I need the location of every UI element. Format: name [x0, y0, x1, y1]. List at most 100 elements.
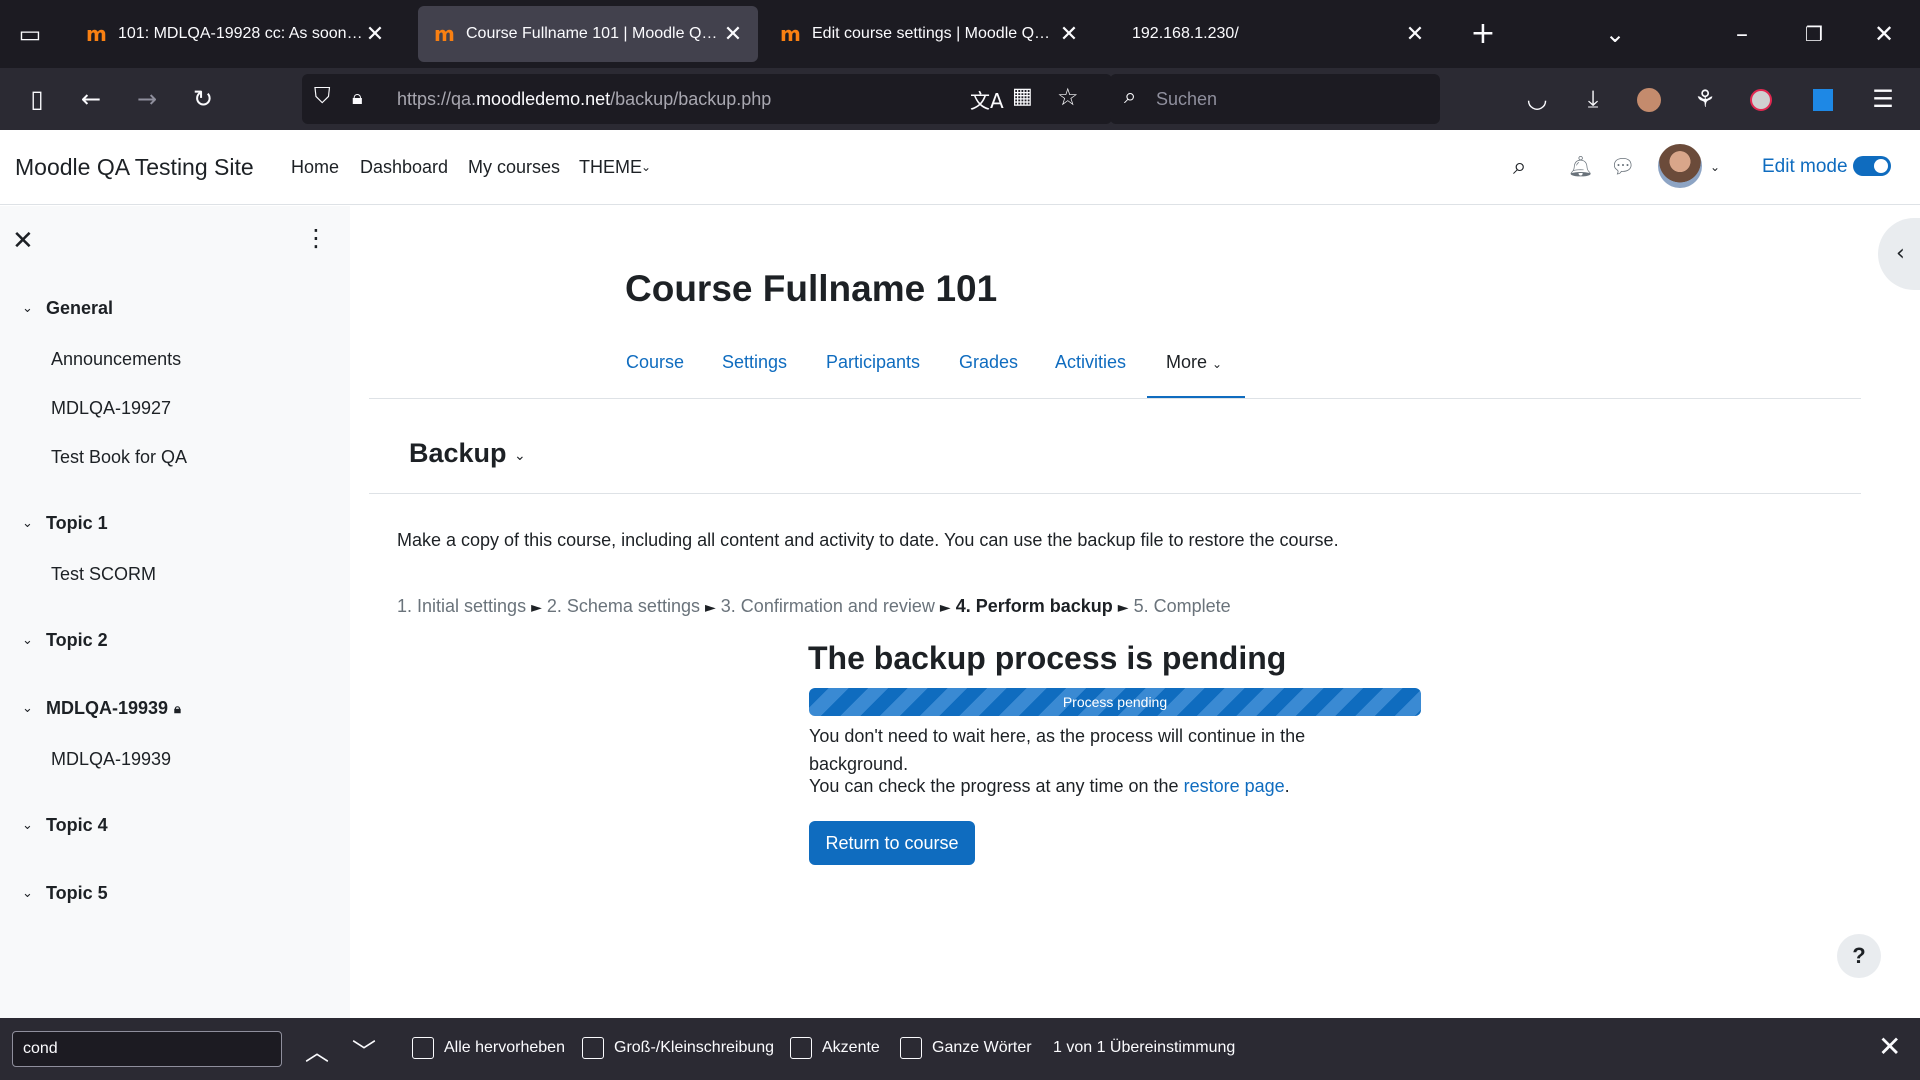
back-icon[interactable]: ← [70, 78, 112, 120]
site-name[interactable]: Moodle QA Testing Site [15, 154, 254, 181]
tab-settings[interactable]: Settings [722, 352, 787, 373]
search-icon[interactable]: ⌕ [1513, 152, 1526, 180]
nav-home[interactable]: Home [291, 157, 339, 178]
qr-code-icon[interactable]: ▦ [1012, 84, 1033, 109]
browser-tab[interactable]: m 101: MDLQA-19928 cc: As soon as we hav… [70, 6, 400, 62]
restore-page-link[interactable]: restore page [1184, 776, 1285, 796]
page-title: Course Fullname 101 [625, 268, 998, 309]
avatar[interactable] [1658, 144, 1702, 188]
close-icon[interactable]: ✕ [1878, 1030, 1901, 1063]
course-index-activity[interactable]: Test Book for QA [51, 447, 187, 468]
chevron-down-icon[interactable]: ⌄ [1710, 160, 1720, 174]
match-case-checkbox[interactable]: Groß-/Kleinschreibung [582, 1037, 774, 1059]
restore-window-icon[interactable]: ❐ [1794, 14, 1834, 54]
tab-overview-icon[interactable]: ▭ [10, 14, 50, 54]
chevron-down-icon[interactable]: ⌄ [22, 886, 46, 901]
edit-mode-toggle[interactable] [1853, 156, 1891, 176]
pocket-icon[interactable]: ◡ [1516, 78, 1558, 120]
translate-icon[interactable]: 文A [970, 85, 1004, 114]
nav-dashboard[interactable]: Dashboard [360, 157, 448, 178]
nav-my-courses[interactable]: My courses [468, 157, 560, 178]
whole-words-checkbox[interactable]: Ganze Wörter [900, 1037, 1032, 1059]
kebab-menu-icon[interactable]: ⋮ [304, 224, 328, 252]
course-index-section[interactable]: ⌄ Topic 1 [22, 513, 108, 534]
search-icon: ⌕ [1124, 84, 1137, 109]
return-to-course-button[interactable]: Return to course [809, 821, 975, 865]
close-window-icon[interactable]: ✕ [1864, 14, 1904, 54]
course-index-section[interactable]: ⌄ Topic 2 [22, 630, 108, 651]
lock-icon[interactable]: 🔒︎ [352, 85, 363, 109]
close-tab-icon[interactable]: ✕ [722, 21, 744, 47]
step-arrow-icon: ► [1117, 600, 1129, 616]
course-index-activity[interactable]: Test SCORM [51, 564, 156, 585]
extension-globe-icon[interactable] [1740, 78, 1782, 120]
tab-list-chevron-icon[interactable]: ⌄ [1595, 14, 1635, 54]
moodle-icon: m [434, 22, 455, 46]
chevron-down-icon[interactable]: ⌄ [22, 633, 46, 648]
course-index-section[interactable]: ⌄ General [22, 298, 113, 319]
moodle-icon: m [780, 22, 801, 46]
course-index-section[interactable]: ⌄ Topic 4 [22, 815, 108, 836]
tab-course[interactable]: Course [626, 352, 684, 373]
download-icon[interactable]: ⤓ [1572, 78, 1614, 120]
find-input[interactable] [12, 1031, 282, 1067]
browser-tab[interactable]: 192.168.1.230/ ✕ [1110, 6, 1440, 62]
chevron-up-icon[interactable]: ︿ [305, 1032, 329, 1067]
chevron-down-icon[interactable]: ⌄ [22, 701, 46, 716]
browser-tab-active[interactable]: m Course Fullname 101 | Moodle QA Testin… [418, 6, 758, 62]
course-index-section[interactable]: ⌄ Topic 5 [22, 883, 108, 904]
bell-icon[interactable]: 🔔︎ [1568, 154, 1593, 178]
match-diacritics-checkbox[interactable]: Akzente [790, 1037, 880, 1059]
extension-flag-icon[interactable] [1802, 78, 1844, 120]
browser-tab[interactable]: m Edit course settings | Moodle QA Testi… [764, 6, 1094, 62]
step-arrow-icon: ► [531, 600, 542, 616]
shield-icon[interactable]: ⛉ [314, 84, 331, 109]
course-index-section[interactable]: ⌄ MDLQA-19939 🔒︎ [22, 698, 181, 719]
close-tab-icon[interactable]: ✕ [1058, 21, 1080, 47]
tab-participants[interactable]: Participants [826, 352, 920, 373]
chevron-down-icon[interactable]: ⌄ [22, 818, 46, 833]
tab-grades[interactable]: Grades [959, 352, 1018, 373]
main-content: ‹ Course Fullname 101 Course Settings Pa… [350, 206, 1920, 1018]
progress-bar: Process pending [809, 688, 1421, 716]
chevron-down-icon[interactable]: ⌄ [22, 516, 46, 531]
tab-activities[interactable]: Activities [1055, 352, 1126, 373]
close-tab-icon[interactable]: ✕ [364, 21, 386, 47]
close-tab-icon[interactable]: ✕ [1404, 21, 1426, 47]
web-search-bar[interactable]: ⌕ Suchen [1110, 74, 1440, 124]
course-index-activity[interactable]: MDLQA-19927 [51, 398, 171, 419]
pending-title: The backup process is pending [808, 640, 1287, 676]
highlight-all-checkbox[interactable]: Alle hervorheben [412, 1037, 565, 1059]
course-index-activity[interactable]: MDLQA-19939 [51, 749, 171, 770]
step: 2. Schema settings [546, 596, 700, 616]
chevron-left-icon[interactable]: ‹ [1878, 218, 1920, 290]
step: 5. Complete [1133, 596, 1231, 616]
forward-icon[interactable]: → [126, 78, 168, 120]
extensions-icon[interactable]: ⚘ [1684, 78, 1726, 120]
lock-icon: 🔒︎ [174, 700, 181, 716]
reload-icon[interactable]: ↻ [182, 78, 224, 120]
chevron-down-icon: ⌄ [1212, 357, 1223, 371]
close-icon[interactable]: ✕ [12, 226, 34, 256]
browser-tab-bar: ▭ m 101: MDLQA-19928 cc: As soon as we h… [0, 0, 1920, 68]
backup-heading[interactable]: Backup [409, 438, 507, 469]
check-progress-message: You can check the progress at any time o… [809, 776, 1290, 796]
url-bar[interactable]: ⛉ 🔒︎ https://qa.moodledemo.net/backup/ba… [302, 74, 1112, 124]
help-icon[interactable]: ? [1837, 934, 1881, 978]
minimize-icon[interactable]: – [1722, 14, 1762, 54]
menu-icon[interactable]: ☰ [1862, 78, 1904, 120]
chevron-down-icon[interactable]: ﹀ [352, 1032, 376, 1067]
find-status: 1 von 1 Übereinstimmung [1053, 1039, 1236, 1056]
nav-theme[interactable]: THEME [579, 157, 642, 178]
account-avatar-icon[interactable] [1628, 78, 1670, 120]
messages-icon[interactable]: 💬︎ [1610, 154, 1635, 178]
new-tab-icon[interactable]: + [1463, 14, 1503, 54]
url-text[interactable]: https://qa.moodledemo.net/backup/backup.… [397, 89, 771, 110]
step-arrow-icon: ► [705, 600, 716, 616]
tab-more[interactable]: More ⌄ [1166, 352, 1222, 373]
chevron-down-icon[interactable]: ⌄ [22, 301, 46, 316]
course-index-activity[interactable]: Announcements [51, 349, 181, 370]
sidebar-toggle-icon[interactable]: ▯ [16, 78, 58, 120]
chevron-down-icon[interactable]: ⌄ [514, 448, 526, 464]
bookmark-star-icon[interactable]: ☆ [1057, 83, 1079, 111]
